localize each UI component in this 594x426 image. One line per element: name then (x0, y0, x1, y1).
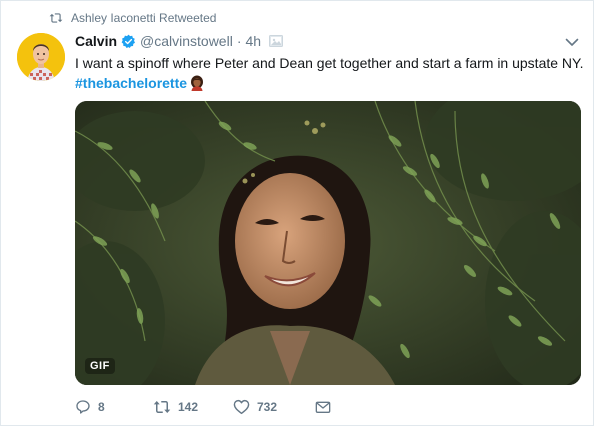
chevron-down-icon[interactable] (565, 37, 579, 47)
verified-badge-icon (121, 34, 136, 48)
avatar[interactable] (17, 33, 65, 81)
author-name[interactable]: Calvin (75, 33, 117, 49)
author-handle[interactable]: @calvinstowell (140, 33, 233, 49)
tweet-card[interactable]: Ashley Iaconetti Retweeted Calvin @calvi… (0, 0, 594, 426)
like-button[interactable]: 732 (233, 399, 315, 415)
envelope-icon (315, 401, 331, 413)
avatar-illustration (17, 33, 65, 81)
retweet-context-label[interactable]: Ashley Iaconetti Retweeted (71, 11, 216, 25)
tweet-timestamp[interactable]: 4h (246, 33, 262, 49)
image-icon (269, 35, 284, 47)
tweet-actions: 8 142 732 (75, 399, 331, 415)
retweet-context: Ashley Iaconetti Retweeted (49, 11, 216, 25)
gif-media[interactable]: GIF (75, 101, 581, 385)
heart-icon (233, 399, 250, 415)
tweet-body: I want a spinoff where Peter and Dean ge… (75, 55, 584, 71)
reply-icon (76, 400, 90, 414)
direct-message-button[interactable] (315, 400, 331, 414)
retweet-icon (153, 401, 171, 413)
retweet-icon (49, 13, 63, 23)
retweet-button[interactable]: 142 (153, 399, 233, 415)
tweet-header: Calvin @calvinstowell · 4h (75, 33, 284, 49)
reply-button[interactable]: 8 (75, 399, 153, 415)
separator-dot: · (236, 33, 242, 49)
gif-image (75, 101, 581, 385)
gif-badge: GIF (85, 358, 115, 374)
woman-emoji-icon (191, 75, 204, 91)
retweet-count: 142 (178, 400, 199, 414)
tweet-text: I want a spinoff where Peter and Dean ge… (75, 53, 585, 93)
hashtag-link[interactable]: #thebachelorette (75, 75, 187, 91)
reply-count: 8 (98, 400, 105, 414)
like-count: 732 (257, 400, 278, 414)
